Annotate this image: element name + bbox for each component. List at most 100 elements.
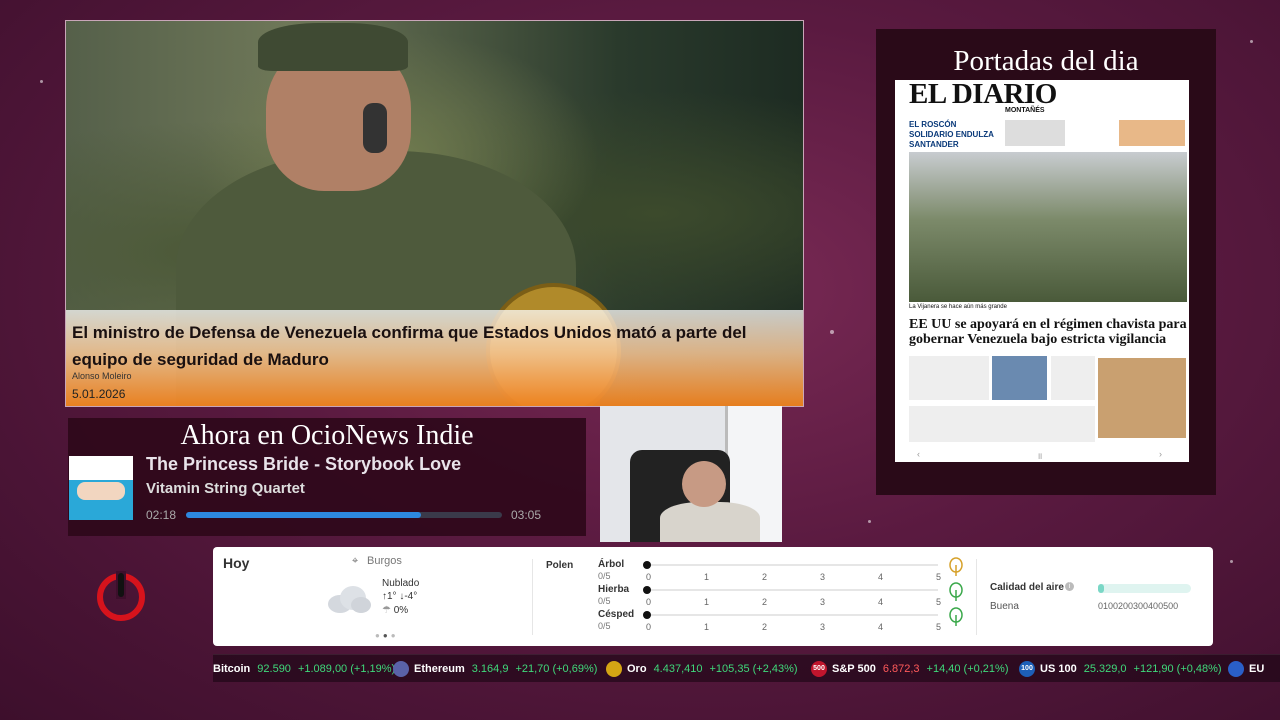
- news-date: 5.01.2026: [72, 387, 126, 401]
- pollen-name: Árbol: [598, 559, 625, 570]
- newspaper-teaser: EL ROSCÓN SOLIDARIO ENDULZA SANTANDER: [909, 120, 994, 149]
- newspaper-headline: EE UU se apoyará en el régimen chavista …: [909, 317, 1187, 347]
- herb-icon: [948, 582, 964, 602]
- pollen-score: 0/5: [598, 596, 611, 606]
- gold-icon: [606, 661, 622, 678]
- album-art: [69, 456, 133, 520]
- newspaper-ad: [1119, 120, 1185, 146]
- pollen-row: Césped 0/5 0 1 2 3 4 5: [598, 607, 963, 635]
- sparkle: [40, 80, 43, 83]
- sparkle: [868, 520, 871, 523]
- pollen-scale-tick: 2: [762, 597, 768, 607]
- ticker-name: Oro: [627, 663, 647, 675]
- pollen-scale-tick: 5: [936, 572, 942, 582]
- ticker-change: +1.089,00 (+1,19%): [297, 663, 396, 675]
- weather-condition: Nublado: [382, 578, 420, 589]
- ticker-name: EU: [1249, 663, 1265, 675]
- weather-widget: Hoy ⌖ Burgos Nublado ↑1° ↓-4° ☂ 0% ●●● P…: [213, 547, 1213, 646]
- track-title: The Princess Bride - Storybook Love: [146, 454, 462, 474]
- power-button[interactable]: [95, 569, 147, 621]
- pollen-track: [646, 589, 938, 591]
- now-playing-heading: Ahora en OcioNews Indie: [180, 420, 474, 451]
- ticker-change: +14,40 (+0,21%): [926, 663, 1009, 675]
- pollen-scale-tick: 5: [936, 597, 942, 607]
- ticker-item[interactable]: Bitcoin 92.590 +1.089,00 (+1,19%): [213, 655, 395, 682]
- pollen-scale-tick: 0: [646, 572, 652, 582]
- time-total: 03:05: [511, 508, 542, 522]
- pollen-scale-tick: 1: [704, 572, 710, 582]
- newspaper-column: [909, 356, 989, 400]
- pollen-label: Polen: [546, 560, 574, 571]
- ticker-price: 92.590: [257, 663, 291, 675]
- pollen-scale-tick: 4: [878, 597, 884, 607]
- pollen-scale-tick: 3: [820, 572, 826, 582]
- power-icon: [97, 571, 145, 621]
- ethereum-icon: [393, 661, 409, 678]
- newspaper-photo-small: [992, 356, 1047, 400]
- ticker-item[interactable]: EU: [1228, 655, 1271, 682]
- pollen-score: 0/5: [598, 621, 611, 631]
- ticker-name: Ethereum: [414, 663, 465, 675]
- ticker-change: +21,70 (+0,69%): [515, 663, 598, 675]
- sparkle: [1230, 560, 1233, 563]
- newspaper-nav[interactable]: ‹ ॥ ›: [895, 448, 1189, 462]
- now-playing-widget: Ahora en OcioNews Indie The Princess Bri…: [68, 418, 586, 536]
- photo-microphone: [363, 103, 387, 153]
- air-quality-scale: 0100200300400500: [1098, 601, 1179, 611]
- newspaper-photo: [909, 152, 1187, 302]
- ticker-item[interactable]: Oro 4.437,410 +105,35 (+2,43%): [606, 655, 798, 682]
- newspaper-subtitle: MONTAÑÉS: [1005, 107, 1045, 114]
- pollen-scale-tick: 3: [820, 597, 826, 607]
- album-art-top: [69, 456, 133, 480]
- album-art-hands: [77, 482, 125, 500]
- ticker-item[interactable]: Ethereum 3.164,9 +21,70 (+0,69%): [393, 655, 597, 682]
- newspaper-ad: [1005, 120, 1065, 146]
- webcam-person-head: [682, 461, 726, 507]
- newspaper-column: [1051, 356, 1095, 400]
- carousel-dots[interactable]: ●●●: [375, 631, 399, 640]
- ticker-change: +121,90 (+0,48%): [1133, 663, 1222, 675]
- time-elapsed: 02:18: [146, 508, 177, 522]
- ticker-price: 4.437,410: [653, 663, 703, 675]
- news-author: Alonso Moleiro: [72, 371, 132, 381]
- pollen-name: Césped: [598, 609, 635, 620]
- sparkle: [830, 330, 834, 334]
- pollen-scale-tick: 1: [704, 622, 710, 632]
- news-title[interactable]: El ministro de Defensa de Venezuela conf…: [72, 319, 792, 373]
- progress-bar[interactable]: [186, 512, 502, 518]
- pollen-level-dot: [643, 561, 651, 569]
- pollen-score: 0/5: [598, 571, 611, 581]
- location-pin-icon: ⌖: [352, 555, 359, 567]
- newspaper-ad: [1098, 358, 1186, 438]
- sp500-icon: 500: [811, 661, 827, 678]
- ticker-item[interactable]: 500 S&P 500 6.872,3 +14,40 (+0,21%): [811, 655, 1008, 682]
- newspaper-cover[interactable]: EL DIARIO MONTAÑÉS EL ROSCÓN SOLIDARIO E…: [895, 80, 1189, 462]
- progress-fill: [186, 512, 422, 518]
- pollen-scale-tick: 4: [878, 622, 884, 632]
- newspaper-column: [909, 406, 1095, 442]
- air-quality-marker: [1098, 584, 1104, 593]
- newspaper-photo-caption: La Vijanera se hace aún más grande: [909, 304, 1007, 310]
- market-ticker: Bitcoin 92.590 +1.089,00 (+1,19%) Ethereum 3…: [213, 654, 1280, 682]
- pollen-scale-tick: 2: [762, 572, 768, 582]
- umbrella-icon: ☂: [382, 605, 394, 616]
- pollen-level-dot: [643, 611, 651, 619]
- track-artist: Vitamin String Quartet: [146, 480, 305, 497]
- ticker-item[interactable]: 100 US 100 25.329,0 +121,90 (+0,48%): [1019, 655, 1222, 682]
- news-card[interactable]: El ministro de Defensa de Venezuela conf…: [65, 20, 804, 407]
- ticker-name: US 100: [1040, 663, 1077, 675]
- pollen-track: [646, 614, 938, 616]
- info-icon[interactable]: i: [1065, 582, 1074, 591]
- ticker-name: S&P 500: [832, 663, 876, 675]
- weather-temps: ↑1° ↓-4°: [382, 591, 418, 602]
- us100-icon: 100: [1019, 661, 1035, 678]
- pause-icon[interactable]: ॥: [1037, 449, 1042, 462]
- air-quality-bar: [1098, 584, 1191, 593]
- webcam-feed: [600, 406, 782, 542]
- pollen-scale-tick: 4: [878, 572, 884, 582]
- pollen-scale-tick: 3: [820, 622, 826, 632]
- tree-icon: [948, 557, 964, 577]
- prev-arrow-icon[interactable]: ‹: [917, 449, 920, 459]
- divider: [532, 559, 533, 635]
- next-arrow-icon[interactable]: ›: [1159, 449, 1162, 459]
